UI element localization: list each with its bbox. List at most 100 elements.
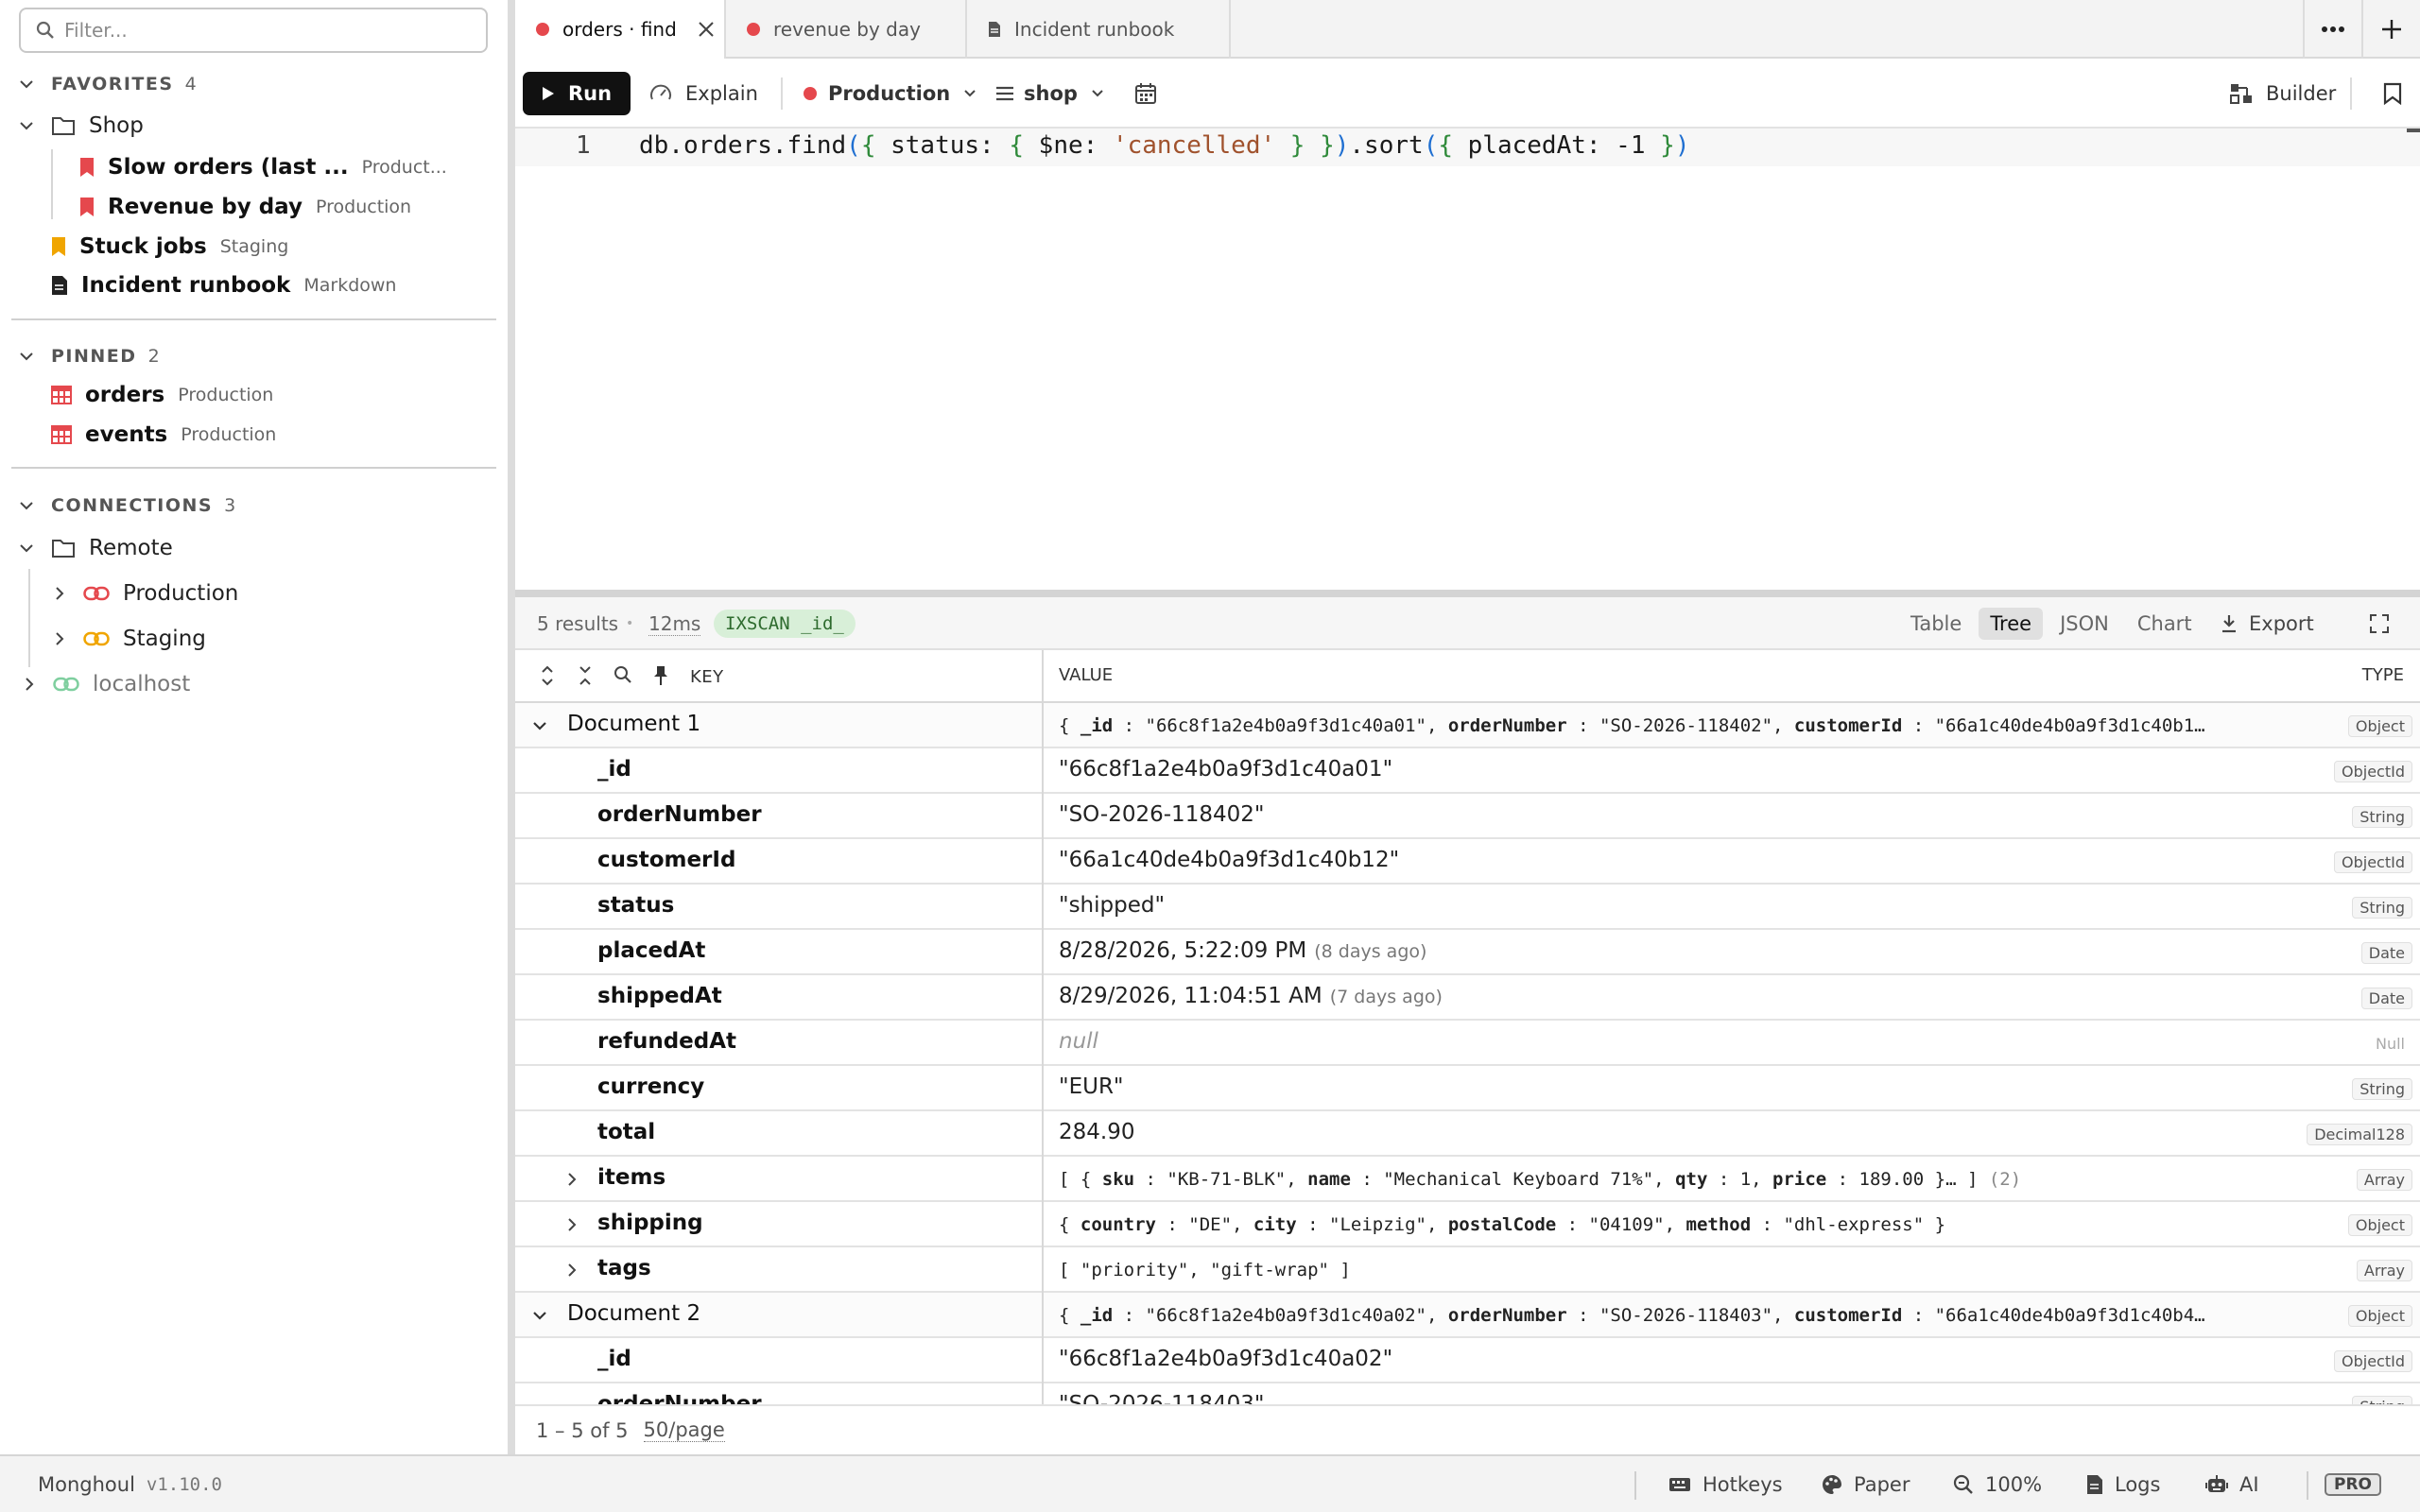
bookmark-button[interactable] bbox=[2383, 72, 2402, 115]
tab-incident-runbook[interactable]: Incident runbook bbox=[967, 0, 1231, 59]
builder-label: Builder bbox=[2266, 82, 2337, 105]
type-badge: Array bbox=[2356, 1169, 2412, 1191]
chevron-down-icon[interactable] bbox=[532, 1308, 547, 1323]
field-row[interactable]: refundedAt null Null bbox=[515, 1021, 2420, 1066]
connection-production[interactable]: Production bbox=[53, 581, 238, 606]
connections-section-header[interactable]: CONNECTIONS 3 bbox=[19, 495, 235, 516]
connections-title: CONNECTIONS bbox=[51, 495, 214, 516]
add-tab-icon[interactable] bbox=[2361, 0, 2420, 59]
json-value: : "66c8f1a2e4b0a9f3d1c40a02", bbox=[1113, 1305, 1448, 1326]
search-icon[interactable] bbox=[604, 665, 642, 686]
field-row[interactable]: currency "EUR" String bbox=[515, 1066, 2420, 1111]
toolbar-separator bbox=[781, 77, 783, 110]
divider bbox=[11, 467, 496, 469]
chevron-right-icon[interactable] bbox=[566, 1172, 578, 1187]
code-line[interactable]: db.orders.find({ status: { $ne: 'cancell… bbox=[639, 131, 1689, 160]
filter-input[interactable] bbox=[64, 19, 471, 42]
favorite-item-incident-runbook[interactable]: Incident runbook Markdown bbox=[51, 273, 396, 298]
column-divider bbox=[1042, 1202, 1044, 1247]
field-row[interactable]: _id "66c8f1a2e4b0a9f3d1c40a01" ObjectId bbox=[515, 748, 2420, 794]
json-key: customerId bbox=[1793, 1305, 1903, 1326]
document-row[interactable]: Document 2 { _id : "66c8f1a2e4b0a9f3d1c4… bbox=[515, 1293, 2420, 1338]
folder-shop[interactable]: Shop bbox=[19, 113, 144, 138]
field-row[interactable]: shippedAt 8/29/2026, 11:04:51 AM (7 days … bbox=[515, 975, 2420, 1021]
expand-all-icon[interactable] bbox=[528, 665, 566, 686]
view-json-button[interactable]: JSON bbox=[2048, 608, 2120, 640]
chevron-right-icon[interactable] bbox=[566, 1263, 578, 1278]
theme-button[interactable]: Paper bbox=[1822, 1456, 1910, 1512]
type-badge: ObjectId bbox=[2334, 851, 2412, 873]
field-value: "66c8f1a2e4b0a9f3d1c40a01" bbox=[1059, 757, 1393, 782]
zoom-label: 100% bbox=[1985, 1472, 2043, 1496]
field-row[interactable]: orderNumber "SO-2026-118403" String bbox=[515, 1383, 2420, 1404]
tab-orders-find[interactable]: orders · find bbox=[515, 0, 726, 59]
pinned-connection: Production bbox=[181, 424, 277, 445]
plan-badge[interactable]: IXSCAN _id_ bbox=[714, 597, 856, 650]
view-tree-button[interactable]: Tree bbox=[1979, 608, 2044, 640]
field-row[interactable]: orderNumber "SO-2026-118402" String bbox=[515, 794, 2420, 839]
field-row[interactable]: total 284.90 Decimal128 bbox=[515, 1111, 2420, 1157]
field-row[interactable]: status "shipped" String bbox=[515, 885, 2420, 930]
tab-bar: orders · find revenue by day Incident ru… bbox=[515, 0, 2420, 59]
folder-remote[interactable]: Remote bbox=[19, 536, 173, 560]
sidebar-resize-handle[interactable] bbox=[508, 0, 515, 1454]
favorite-item-slow-orders[interactable]: Slow orders (last ... Product... bbox=[79, 155, 447, 180]
field-row[interactable]: _id "66c8f1a2e4b0a9f3d1c40a02" ObjectId bbox=[515, 1338, 2420, 1383]
page-size-select[interactable]: 50/page bbox=[643, 1418, 725, 1442]
document-row[interactable]: Document 1 { _id : "66c8f1a2e4b0a9f3d1c4… bbox=[515, 703, 2420, 748]
code-bracket: ) bbox=[1674, 131, 1690, 160]
field-row[interactable]: items [ { sku : "KB-71-BLK", name : "Mec… bbox=[515, 1157, 2420, 1202]
column-divider bbox=[1042, 748, 1044, 794]
export-button[interactable]: Export bbox=[2221, 597, 2314, 650]
more-icon[interactable] bbox=[2303, 0, 2361, 59]
pinned-item-events[interactable]: events Production bbox=[51, 422, 276, 447]
filter-box[interactable] bbox=[19, 8, 488, 53]
type-badge: Array bbox=[2356, 1260, 2412, 1281]
connection-select[interactable]: Production bbox=[804, 72, 977, 115]
view-chart-button[interactable]: Chart bbox=[2126, 608, 2204, 640]
calendar-button[interactable] bbox=[1134, 72, 1157, 115]
divider bbox=[11, 318, 496, 320]
database-select[interactable]: shop bbox=[995, 72, 1104, 115]
field-key: status bbox=[597, 893, 675, 918]
document-summary: { _id : "66c8f1a2e4b0a9f3d1c40a02", orde… bbox=[1059, 1305, 2278, 1326]
editor-scroll-marker bbox=[2407, 129, 2420, 132]
ai-button[interactable]: AI bbox=[2205, 1456, 2259, 1512]
pin-icon[interactable] bbox=[642, 665, 680, 686]
connection-staging[interactable]: Staging bbox=[53, 627, 206, 651]
query-editor[interactable]: 1 db.orders.find({ status: { $ne: 'cance… bbox=[515, 129, 2420, 590]
tab-revenue-by-day[interactable]: revenue by day bbox=[726, 0, 967, 59]
field-row[interactable]: customerId "66a1c40de4b0a9f3d1c40b12" Ob… bbox=[515, 839, 2420, 885]
fullscreen-icon[interactable] bbox=[2370, 597, 2389, 650]
view-table-button[interactable]: Table bbox=[1899, 608, 1973, 640]
connection-localhost[interactable]: localhost bbox=[23, 672, 190, 696]
query-time: 12ms bbox=[648, 597, 701, 650]
pinned-item-orders[interactable]: orders Production bbox=[51, 383, 273, 407]
explain-button[interactable]: Explain bbox=[649, 72, 758, 115]
builder-button[interactable]: Builder bbox=[2230, 72, 2336, 115]
run-button[interactable]: Run bbox=[523, 72, 631, 115]
column-divider[interactable] bbox=[1042, 650, 1044, 703]
collapse-all-icon[interactable] bbox=[566, 665, 604, 686]
pinned-section-header[interactable]: PINNED 2 bbox=[19, 346, 160, 367]
field-row[interactable]: tags [ "priority", "gift-wrap" ] Array bbox=[515, 1247, 2420, 1293]
close-icon[interactable] bbox=[698, 21, 715, 38]
code-bracket: } bbox=[1289, 131, 1305, 160]
hotkeys-button[interactable]: Hotkeys bbox=[1668, 1456, 1783, 1512]
favorites-section-header[interactable]: FAVORITES 4 bbox=[19, 74, 197, 94]
plan-badge[interactable]: PRO bbox=[2325, 1456, 2382, 1512]
field-row[interactable]: shipping { country : "DE", city : "Leipz… bbox=[515, 1202, 2420, 1247]
date-value: 8/28/2026, 5:22:09 PM bbox=[1059, 938, 1307, 963]
zoom-button[interactable]: 100% bbox=[1953, 1456, 2042, 1512]
favorite-item-revenue-by-day[interactable]: Revenue by day Production bbox=[79, 195, 411, 219]
json-key: sku bbox=[1101, 1169, 1135, 1190]
field-row[interactable]: placedAt 8/28/2026, 5:22:09 PM (8 days ag… bbox=[515, 930, 2420, 975]
favorite-connection: Production bbox=[316, 197, 412, 217]
type-badge: Date bbox=[2360, 988, 2412, 1009]
logs-button[interactable]: Logs bbox=[2086, 1456, 2160, 1512]
editor-results-splitter[interactable] bbox=[515, 590, 2420, 597]
chevron-right-icon[interactable] bbox=[566, 1217, 578, 1232]
favorite-item-stuck-jobs[interactable]: Stuck jobs Staging bbox=[51, 234, 288, 259]
document-icon bbox=[51, 275, 68, 296]
chevron-down-icon[interactable] bbox=[532, 718, 547, 733]
